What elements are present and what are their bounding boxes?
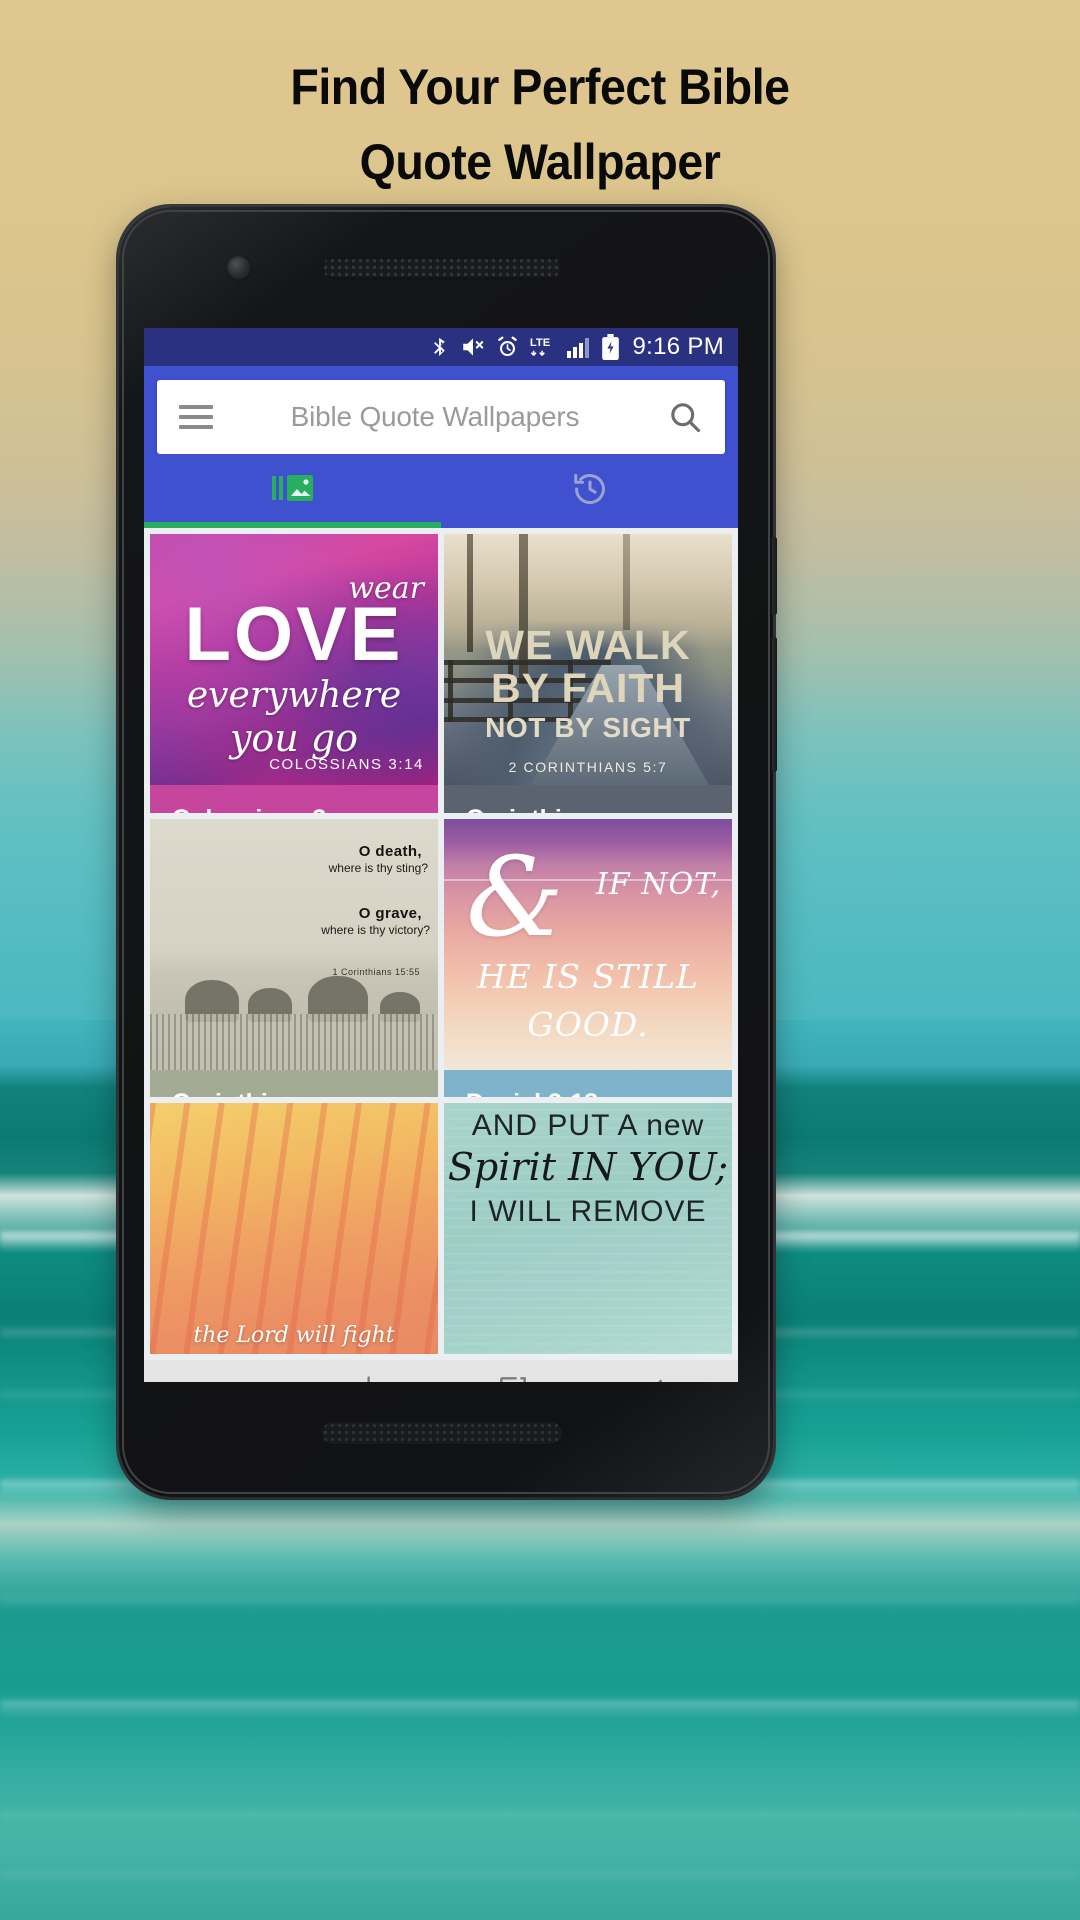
app-bar: Bible Quote Wallpapers	[144, 366, 738, 454]
android-navigation-bar	[144, 1360, 738, 1382]
art-text: NOT BY SIGHT	[485, 712, 691, 743]
art-text: the Lord will fight	[193, 1323, 395, 1348]
wallpaper-meta: Daniel 3:18 Daniel	[444, 1069, 732, 1097]
wallpaper-thumbnail[interactable]: AND PUT A new Spirit IN YOU; I WILL REMO…	[444, 1103, 732, 1354]
wave-streak	[0, 1596, 1080, 1601]
tab-recent[interactable]	[441, 454, 738, 528]
heart-outline-icon[interactable]	[384, 1096, 430, 1097]
wallpaper-title: Colossians 3...	[172, 802, 378, 813]
recents-square-icon[interactable]	[497, 1374, 529, 1382]
battery-charging-icon	[601, 333, 620, 361]
art-text: where is thy victory?	[321, 922, 430, 937]
wallpaper-card[interactable]: & IF NOT, HE IS STILL GOOD. Daniel 3:18 …	[444, 818, 732, 1097]
history-icon	[571, 470, 609, 513]
wallpaper-card[interactable]: AND PUT A new Spirit IN YOU; I WILL REMO…	[444, 1103, 732, 1354]
search-icon[interactable]	[667, 399, 703, 435]
wallpaper-meta: Corinthians ... 2 Corinthians	[444, 785, 732, 813]
wallpaper-art-death: O death, where is thy sting? O grave, wh…	[150, 818, 438, 1070]
art-text: BY FAITH	[490, 665, 686, 711]
wallpaper-title: Corinthians ...	[172, 1086, 378, 1097]
mute-icon	[460, 334, 486, 360]
art-reference: COLOSSIANS 3:14	[269, 756, 424, 773]
art-text: where is thy sting?	[328, 860, 428, 875]
wave-streak	[0, 1872, 1080, 1877]
wallpaper-thumbnail[interactable]: & IF NOT, HE IS STILL GOOD.	[444, 818, 732, 1070]
power-button[interactable]	[772, 537, 777, 615]
volume-button[interactable]	[772, 637, 777, 772]
bottom-speaker	[322, 1422, 562, 1444]
lte-icon: LTE	[529, 334, 557, 360]
wallpaper-card[interactable]: WE WALK BY FAITH NOT BY SIGHT 2 CORINTHI…	[444, 534, 732, 813]
earpiece-speaker	[322, 257, 562, 279]
alarm-icon	[495, 335, 520, 360]
active-tab-indicator	[144, 522, 441, 528]
wallpaper-title: Corinthians ...	[466, 802, 672, 813]
heart-outline-icon[interactable]	[678, 1096, 724, 1097]
art-text: everywhere	[186, 675, 402, 716]
front-camera-icon	[226, 255, 252, 281]
wallpaper-card[interactable]: wear LOVE everywhere you go COLOSSIANS 3…	[150, 534, 438, 813]
dot-icon[interactable]	[203, 1377, 229, 1382]
art-text: GOOD.	[527, 1004, 649, 1044]
status-bar-clock: 9:16 PM	[632, 333, 724, 360]
wave-streak	[0, 1812, 1080, 1817]
art-text: you go	[229, 716, 359, 760]
wallpaper-art-faith: WE WALK BY FAITH NOT BY SIGHT 2 CORINTHI…	[444, 534, 732, 785]
wallpaper-meta: Colossians 3... Colossians	[150, 785, 438, 813]
art-text: Spirit IN YOU;	[447, 1145, 729, 1189]
wallpaper-card[interactable]: O death, where is thy sting? O grave, wh…	[150, 818, 438, 1097]
wallpaper-thumbnail[interactable]: wear LOVE everywhere you go COLOSSIANS 3…	[150, 534, 438, 785]
wallpaper-meta: Corinthians ... 1 Corinthians	[150, 1069, 438, 1097]
art-text: AND PUT A new	[471, 1109, 705, 1142]
signal-icon	[566, 334, 592, 360]
gallery-collections-icon	[271, 472, 314, 511]
art-text: I WILL REMOVE	[469, 1195, 707, 1228]
art-text: &	[466, 832, 564, 961]
art-text: WE WALK	[485, 622, 691, 668]
wallpaper-art-spirit: AND PUT A new Spirit IN YOU; I WILL REMO…	[444, 1103, 732, 1354]
wave-crest	[0, 1700, 1080, 1718]
art-text: O grave,	[358, 904, 422, 922]
swap-icon[interactable]	[346, 1373, 380, 1382]
art-text: LOVE	[184, 592, 404, 677]
wallpaper-art-daniel: & IF NOT, HE IS STILL GOOD.	[444, 818, 732, 1070]
wallpaper-grid: wear LOVE everywhere you go COLOSSIANS 3…	[144, 528, 738, 1360]
wallpaper-thumbnail[interactable]: WE WALK BY FAITH NOT BY SIGHT 2 CORINTHI…	[444, 534, 732, 785]
search-input[interactable]: Bible Quote Wallpapers	[203, 401, 667, 433]
heart-outline-icon[interactable]	[384, 812, 430, 813]
wallpaper-art-colossians: wear LOVE everywhere you go COLOSSIANS 3…	[150, 534, 438, 785]
art-text: HE IS STILL	[477, 956, 699, 996]
wallpaper-card[interactable]: the Lord will fight	[150, 1103, 438, 1354]
wallpaper-art-lord: the Lord will fight	[150, 1103, 438, 1354]
art-text: O death,	[358, 842, 422, 860]
heart-outline-icon[interactable]	[678, 812, 724, 813]
status-bar: LTE 9:16 PM	[144, 328, 738, 366]
wallpaper-thumbnail[interactable]: the Lord will fight	[150, 1103, 438, 1354]
promo-headline: Find Your Perfect Bible Quote Wallpaper	[0, 50, 1080, 200]
tab-wallpapers[interactable]	[144, 454, 441, 528]
art-text: IF NOT,	[596, 866, 722, 902]
phone-mockup: LTE 9:16 PM Bible Quote Wallpapers wear …	[119, 207, 777, 1497]
phone-screen: LTE 9:16 PM Bible Quote Wallpapers wear …	[144, 328, 738, 1382]
wallpaper-title: Daniel 3:18	[466, 1086, 672, 1097]
svg-text:LTE: LTE	[529, 337, 550, 349]
headline-line-1: Find Your Perfect Bible	[290, 59, 790, 115]
wallpaper-thumbnail[interactable]: O death, where is thy sting? O grave, wh…	[150, 818, 438, 1070]
art-reference: 2 CORINTHIANS 5:7	[508, 759, 668, 775]
headline-line-2: Quote Wallpaper	[359, 134, 721, 190]
bluetooth-icon	[429, 334, 451, 360]
art-reference: 1 Corinthians 15:55	[332, 966, 420, 977]
tab-bar	[144, 454, 738, 528]
back-arrow-icon[interactable]	[646, 1373, 680, 1382]
search-bar[interactable]: Bible Quote Wallpapers	[157, 380, 725, 454]
